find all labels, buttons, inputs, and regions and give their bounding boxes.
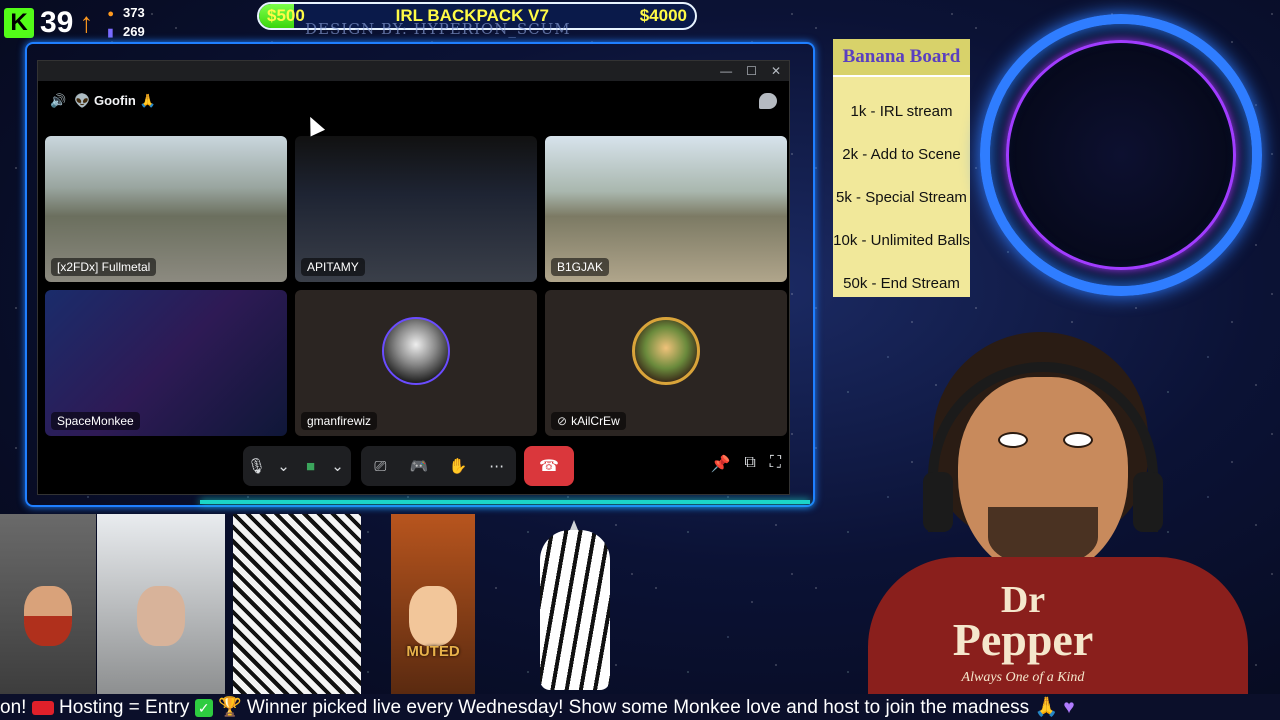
viewer-cam: [97, 514, 225, 694]
person-icon: ●: [107, 8, 115, 20]
activity-group: ⎚ 🎮 ✋ ⋯: [361, 446, 516, 486]
chevron-down-icon[interactable]: ⌄: [324, 457, 351, 475]
participant-tile[interactable]: ⊘ kAilCrEw: [545, 290, 787, 436]
discord-call-window: — ☐ ✕ 🔊 👽 Goofin 🙏 [x2FDx] Fullmetal API…: [37, 60, 790, 495]
banana-item: 5k - Special Stream: [836, 189, 967, 206]
right-tools: 📌 ⧉ ⛶: [710, 454, 781, 474]
chat-icon[interactable]: [759, 93, 777, 109]
portal-circle: [980, 14, 1262, 296]
participant-grid: [x2FDx] Fullmetal APITAMY B1GJAK SpaceMo…: [45, 136, 787, 436]
banana-board: Banana Board 1k - IRL stream 2k - Add to…: [833, 39, 970, 297]
maximize-icon[interactable]: ☐: [746, 64, 757, 78]
heart-icon: ♥: [1063, 697, 1075, 718]
participant-name-muted: ⊘ kAilCrEw: [551, 412, 626, 430]
hangup-icon: ☎: [539, 458, 559, 475]
cat-character: [540, 530, 610, 690]
goal-start: $500: [267, 6, 305, 25]
channel-name: 👽 Goofin 🙏: [74, 93, 156, 108]
goal-end: $4000: [639, 6, 687, 25]
avatar: [409, 586, 457, 646]
headset-ear: [1133, 472, 1163, 532]
ticker-bar: on! Hosting = Entry ✓ 🏆 Winner picked li…: [0, 694, 1280, 720]
bars-icon: ▮: [107, 27, 114, 39]
shirt-logo: Dr Pepper Always One of a Kind: [952, 579, 1094, 685]
banana-item: 50k - End Stream: [843, 275, 960, 292]
trophy-icon: 🏆: [217, 697, 242, 718]
minimize-icon[interactable]: —: [720, 64, 732, 78]
disconnect-button[interactable]: ☎: [524, 446, 574, 486]
participant-tile[interactable]: APITAMY: [295, 136, 537, 282]
banana-item: 2k - Add to Scene: [842, 146, 961, 163]
close-icon[interactable]: ✕: [771, 64, 781, 78]
audio-video-group: 🎙 ⌄ ■ ⌄: [243, 446, 351, 486]
participant-tile[interactable]: B1GJAK: [545, 136, 787, 282]
participant-tile[interactable]: SpaceMonkee: [45, 290, 287, 436]
design-credit: DESIGN BY: HYPERION_SCUM: [305, 20, 571, 38]
participant-name: gmanfirewiz: [301, 412, 378, 430]
chevron-down-icon[interactable]: ⌄: [270, 457, 297, 475]
participant-name: APITAMY: [301, 258, 365, 276]
kick-logo-icon: K: [4, 8, 34, 38]
microphone-icon[interactable]: 🎙: [243, 457, 270, 475]
activity-icon[interactable]: 🎮: [404, 457, 434, 475]
checkmark-icon: ✓: [194, 698, 213, 717]
red-badge-icon: [31, 700, 54, 715]
banana-item: 1k - IRL stream: [850, 103, 953, 120]
banana-item: 10k - Unlimited Balls: [833, 232, 970, 249]
sub-count: 269: [123, 24, 145, 39]
participant-tile[interactable]: [x2FDx] Fullmetal: [45, 136, 287, 282]
viewer-count: 39: [40, 6, 74, 39]
participant-tile[interactable]: gmanfirewiz: [295, 290, 537, 436]
screen-share-icon[interactable]: ⎚: [365, 458, 395, 475]
speaker-icon: 🔊: [50, 93, 67, 108]
call-controls: 🎙 ⌄ ■ ⌄ ⎚ 🎮 ✋ ⋯ ☎ 📌 ⧉ ⛶: [38, 446, 789, 486]
participant-name: SpaceMonkee: [51, 412, 140, 430]
stream-stats: K 39 ↑ ● 373 ▮ 269: [4, 4, 145, 42]
viewer-cam: [233, 514, 361, 694]
viewer-cam: [0, 514, 96, 694]
headset-ear: [923, 472, 953, 532]
pin-icon[interactable]: 📌: [710, 454, 730, 474]
soundboard-icon[interactable]: ✋: [443, 457, 473, 475]
participant-name: B1GJAK: [551, 258, 610, 276]
up-arrow-icon: ↑: [79, 7, 94, 38]
window-titlebar: — ☐ ✕: [38, 61, 789, 81]
follower-count: 373: [123, 5, 145, 20]
muted-label: MUTED: [406, 643, 460, 660]
avatar: [24, 586, 72, 646]
avatar: [137, 586, 185, 646]
camera-icon[interactable]: ■: [297, 458, 324, 475]
channel-header: 🔊 👽 Goofin 🙏: [38, 81, 789, 121]
avatar: [382, 317, 450, 386]
mic-muted-icon: ⊘: [557, 414, 568, 428]
streamer-avatar: Dr Pepper Always One of a Kind: [858, 332, 1258, 702]
participant-name: [x2FDx] Fullmetal: [51, 258, 157, 276]
more-icon[interactable]: ⋯: [482, 457, 512, 475]
mini-stats: ● 373 ▮ 269: [107, 4, 144, 42]
pray-icon: 🙏: [1034, 697, 1059, 718]
viewer-cam: MUTED: [391, 514, 475, 694]
avatar: [632, 317, 700, 386]
banana-board-title: Banana Board: [833, 39, 970, 77]
ticker-text: on! Hosting = Entry ✓ 🏆 Winner picked li…: [0, 697, 1075, 718]
popout-icon[interactable]: ⧉: [744, 454, 755, 474]
frame-line: [200, 500, 810, 504]
fullscreen-icon[interactable]: ⛶: [770, 454, 781, 474]
